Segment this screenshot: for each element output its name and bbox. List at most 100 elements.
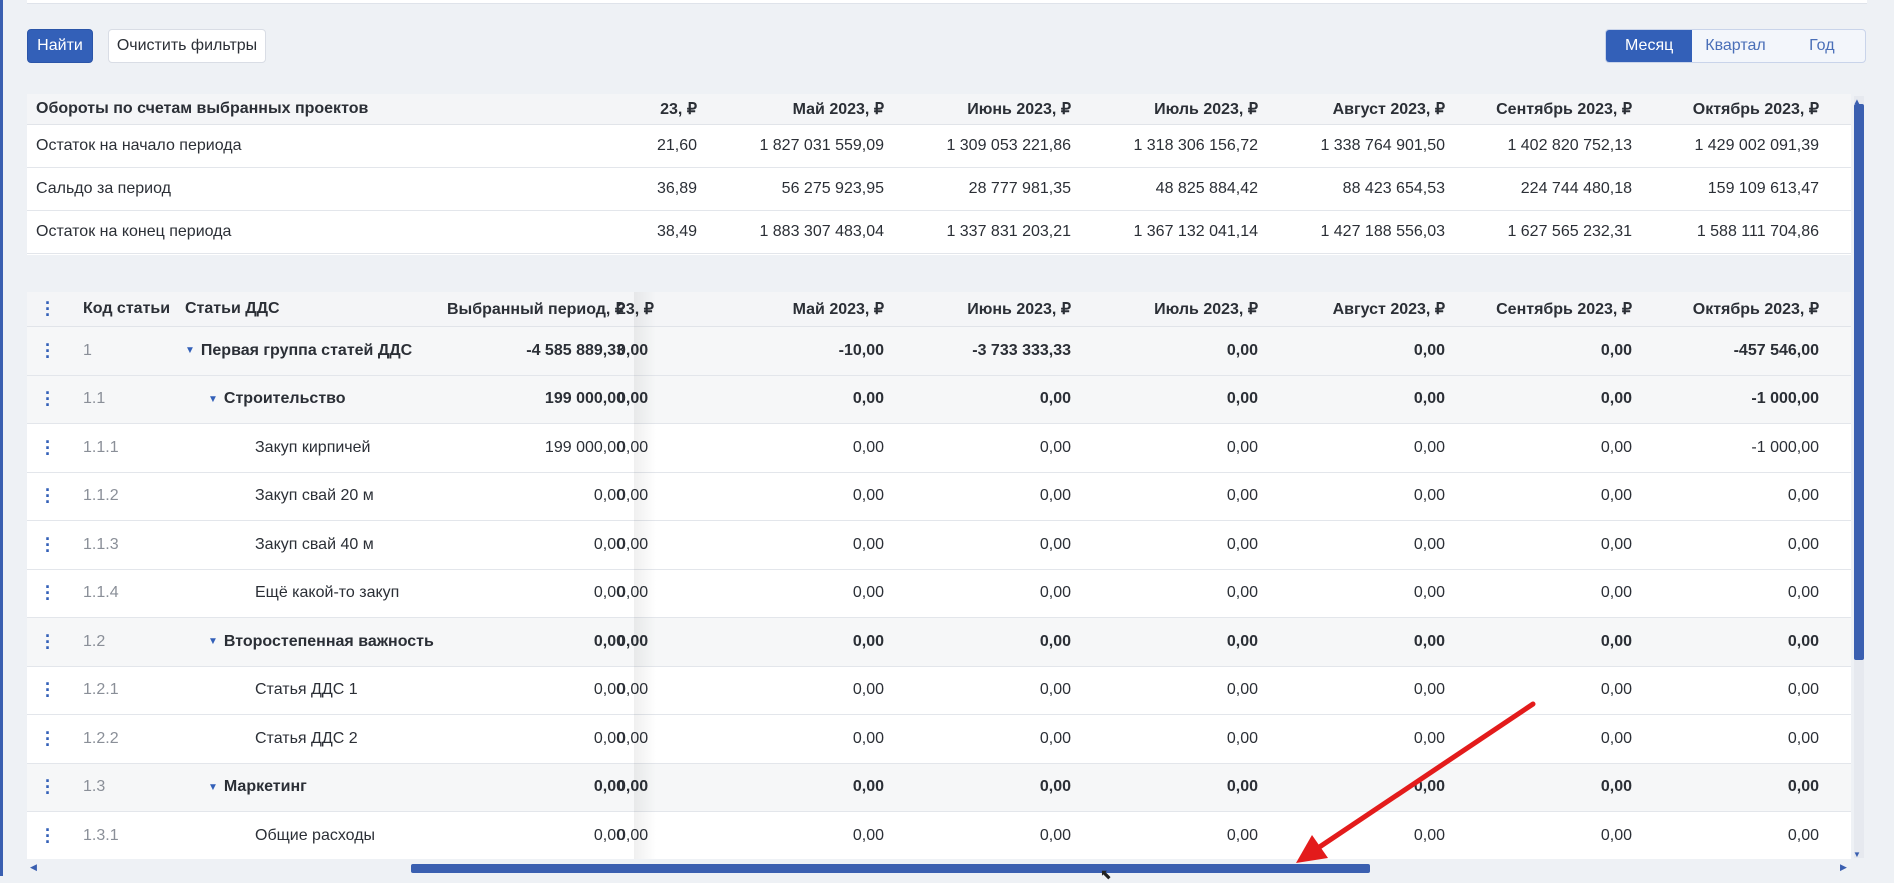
row-cell: 0,00 — [1226, 535, 1258, 553]
row-cell: 0,00 — [1226, 341, 1258, 359]
period-year-tab[interactable]: Год — [1779, 30, 1865, 62]
scroll-down-icon[interactable]: ▼ — [1853, 850, 1861, 859]
scroll-left-icon[interactable]: ◀ — [30, 862, 37, 873]
col-header-oct: Октябрь 2023, ₽ — [1692, 301, 1819, 318]
row-menu-icon[interactable]: · · · — [41, 715, 55, 763]
table-row[interactable]: · · · 1.3 ▼ Маркетинг 0,00 0,00 0,00 0,00 0,00 0,00… — [27, 763, 1851, 812]
table-row[interactable]: · · · 1 ▼ Первая группа статей ДДС -4 585 889,… — [27, 327, 1851, 376]
row-cell: 0,00 — [852, 584, 884, 602]
row-menu-icon[interactable]: · · · — [41, 764, 55, 812]
scroll-right-icon[interactable]: ▶ — [1840, 862, 1847, 873]
row-name-text: Закуп кирпичей — [255, 438, 371, 456]
table-row[interactable]: · · · 1.1 ▼ Строительство 199 000,00 0,00 0,00 0,… — [27, 375, 1851, 424]
summary-row: Остаток на начало периода 21,60 1 827 031 … — [27, 125, 1851, 168]
row-cell: 0,00 — [617, 487, 649, 505]
row-cell: 0,00 — [1600, 632, 1632, 650]
row-name: ▼ Строительство — [208, 376, 346, 424]
row-menu-icon[interactable]: · · · — [41, 473, 55, 521]
row-menu-icon[interactable]: · · · — [41, 667, 55, 715]
caret-down-icon[interactable]: ▼ — [208, 782, 218, 793]
summary-cell: 48 825 884,42 — [1155, 180, 1258, 197]
table-row[interactable]: · · · 1.2 ▼ Второстепенная важность 0,00 0,00 0,… — [27, 618, 1851, 667]
table-row[interactable]: · · · 1.2.1 Статья ДДС 1 0,00 0,00 0,00 0,00 0,00… — [27, 667, 1851, 715]
table-row[interactable]: · · · 1.1.2 Закуп свай 20 м 0,00 0,00 0,00 0,00 0… — [27, 473, 1851, 521]
row-cell: 0,00 — [617, 826, 649, 844]
row-cell: 0,00 — [1226, 584, 1258, 602]
vertical-scrollbar-thumb[interactable] — [1854, 104, 1864, 660]
row-cell: 0,00 — [852, 487, 884, 505]
horizontal-scrollbar-thumb[interactable] — [411, 864, 1370, 873]
row-cell: 0,00 — [1226, 778, 1258, 796]
col-header-aug: Август 2023, ₽ — [1332, 301, 1445, 318]
col-header-code: Код статьи — [83, 300, 171, 317]
row-code: 1.1.1 — [83, 438, 119, 456]
row-code: 1.2.1 — [83, 681, 119, 699]
clear-filters-button[interactable]: Очистить фильтры — [108, 29, 266, 63]
row-name: ▼ Первая группа статей ДДС — [185, 327, 412, 375]
period-quarter-tab[interactable]: Квартал — [1692, 30, 1778, 62]
find-button[interactable]: Найти — [27, 29, 93, 63]
row-cell: 0,00 — [1226, 826, 1258, 844]
summary-cell: 1 402 820 752,13 — [1507, 137, 1632, 154]
row-cell: 0,00 — [1039, 390, 1071, 408]
row-name-text: Ещё какой-то закуп — [255, 584, 400, 602]
table-row[interactable]: · · · 1.1.3 Закуп свай 40 м 0,00 0,00 0,00 0,00 0… — [27, 521, 1851, 570]
row-cell: 0,00 — [1226, 487, 1258, 505]
row-menu-icon[interactable]: · · · — [41, 376, 55, 424]
row-cell: 0,00 — [1600, 341, 1632, 359]
col-header-may: Май 2023, ₽ — [792, 301, 884, 318]
row-cell: 0,00 — [1039, 826, 1071, 844]
row-cell: 0,00 — [1787, 487, 1819, 505]
summary-cell: 88 423 654,53 — [1342, 180, 1445, 197]
table-row[interactable]: · · · 1.3.1 Общие расходы 0,00 0,00 0,00 0,00 0,0… — [27, 812, 1851, 859]
summary-cell: 1 309 053 221,86 — [946, 137, 1071, 154]
row-selected-period: 0,00 — [593, 584, 625, 602]
col-header-jun: Июнь 2023, ₽ — [967, 101, 1071, 118]
table-row[interactable]: · · · 1.1.4 Ещё какой-то закуп 0,00 0,00 0,00 0,… — [27, 570, 1851, 618]
period-month-tab[interactable]: Месяц — [1606, 30, 1693, 62]
row-name: Общие расходы — [255, 812, 375, 859]
row-cell: 0,00 — [1413, 390, 1445, 408]
row-cell: 0,00 — [1413, 584, 1445, 602]
row-cell: 0,00 — [1413, 341, 1445, 359]
row-cell: 0,00 — [1600, 487, 1632, 505]
details-table: · · · Код статьи Статьи ДДС Выбранный пери… — [27, 292, 1851, 859]
row-cell: 0,00 — [1226, 632, 1258, 650]
row-name: Закуп свай 20 м — [255, 473, 374, 521]
row-menu-icon[interactable]: · · · — [41, 521, 55, 569]
caret-down-icon[interactable]: ▼ — [185, 345, 195, 356]
columns-menu-icon[interactable]: · · · — [41, 292, 55, 326]
row-menu-icon[interactable]: · · · — [41, 424, 55, 472]
caret-down-icon[interactable]: ▼ — [208, 636, 218, 647]
col-header-selected: Выбранный период, ₽ — [446, 301, 625, 318]
table-row[interactable]: · · · 1.2.2 Статья ДДС 2 0,00 0,00 0,00 0,00 0,00… — [27, 715, 1851, 764]
row-menu-icon[interactable]: · · · — [41, 812, 55, 859]
summary-cell: 159 109 613,47 — [1707, 180, 1819, 197]
summary-row-label: Сальдо за период — [36, 180, 171, 197]
row-cell: -457 546,00 — [1733, 341, 1819, 359]
row-menu-icon[interactable]: · · · — [41, 327, 55, 375]
row-cell: 0,00 — [1787, 729, 1819, 747]
scroll-up-icon[interactable]: ▲ — [1853, 97, 1861, 106]
row-menu-icon[interactable]: · · · — [41, 570, 55, 618]
summary-row-label: Остаток на начало периода — [36, 137, 242, 154]
table-row[interactable]: · · · 1.1.1 Закуп кирпичей 199 000,00 0,00 0,00… — [27, 424, 1851, 473]
row-name: Закуп свай 40 м — [255, 521, 374, 569]
row-cell: 0,00 — [1226, 390, 1258, 408]
col-header-jun: Июнь 2023, ₽ — [967, 301, 1071, 318]
row-selected-period: 0,00 — [593, 487, 625, 505]
col-header-apr: 23, ₽ — [660, 101, 697, 118]
col-header-name: Статьи ДДС — [185, 300, 280, 317]
col-header-jul: Июль 2023, ₽ — [1154, 101, 1258, 118]
annotation-arrow-icon — [1296, 701, 1536, 863]
row-menu-icon[interactable]: · · · — [41, 618, 55, 666]
row-cell: 0,00 — [1413, 535, 1445, 553]
caret-down-icon[interactable]: ▼ — [208, 394, 218, 405]
row-name: ▼ Маркетинг — [208, 764, 307, 812]
row-selected-period: 0,00 — [593, 826, 625, 844]
summary-cell: 1 427 188 556,03 — [1320, 223, 1445, 240]
row-code: 1.1.2 — [83, 487, 119, 505]
row-cell: 0,00 — [852, 681, 884, 699]
col-header-jul: Июль 2023, ₽ — [1154, 301, 1258, 318]
row-selected-period: 199 000,00 — [544, 438, 625, 456]
